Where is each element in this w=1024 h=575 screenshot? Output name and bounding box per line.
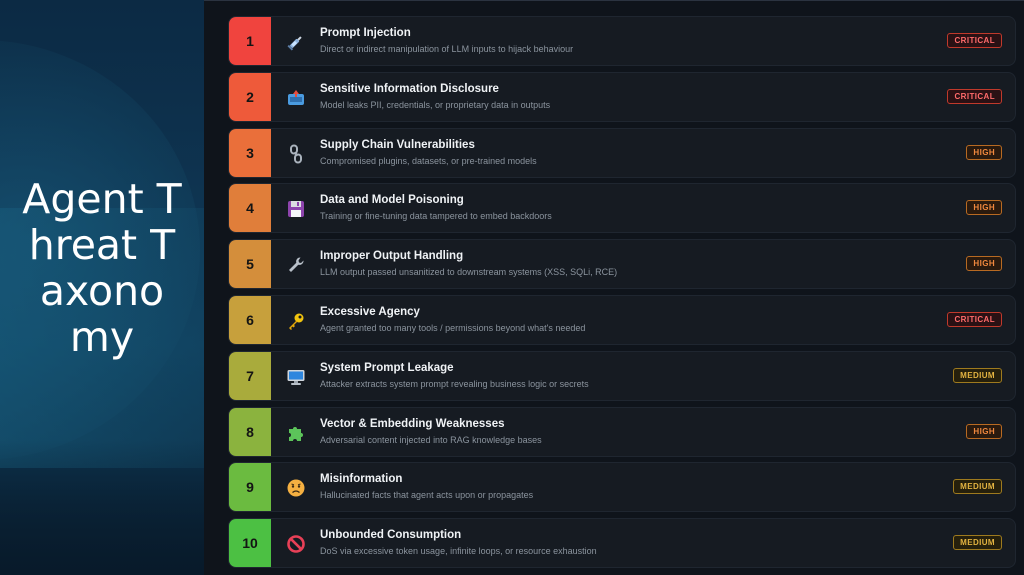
rank-number: 6 bbox=[229, 295, 271, 344]
severity-badge: HIGH bbox=[966, 200, 1002, 216]
divider bbox=[204, 0, 1024, 1]
threat-description: LLM output passed unsanitized to downstr… bbox=[320, 267, 618, 278]
slide-title: Agent Threat Taxonomy bbox=[22, 175, 182, 361]
title-panel: Agent Threat Taxonomy bbox=[0, 0, 204, 575]
threat-description: Hallucinated facts that agent acts upon … bbox=[320, 490, 534, 501]
threat-description: DoS via excessive token usage, infinite … bbox=[320, 546, 597, 557]
threat-row: 6 Excessive Agency Agent granted too man… bbox=[228, 294, 1016, 345]
threat-list: 1 Prompt Injection Direct or indirect ma… bbox=[228, 16, 1016, 574]
rank-number: 10 bbox=[229, 519, 271, 568]
syringe-icon bbox=[285, 31, 307, 53]
severity-badge: CRITICAL bbox=[947, 88, 1002, 104]
key-icon bbox=[285, 310, 307, 332]
threat-row: 3 Supply Chain Vulnerabilities Compromis… bbox=[228, 127, 1016, 178]
puzzle-piece-icon bbox=[285, 422, 307, 444]
floppy-disk-icon bbox=[285, 198, 307, 220]
threat-description: Adversarial content injected into RAG kn… bbox=[320, 434, 542, 445]
threat-title: Excessive Agency bbox=[320, 305, 420, 318]
severity-badge: CRITICAL bbox=[947, 311, 1002, 327]
threat-description: Compromised plugins, datasets, or pre-tr… bbox=[320, 155, 537, 166]
threat-row: 2 Sensitive Information Disclosure Model… bbox=[228, 71, 1016, 122]
severity-badge: HIGH bbox=[966, 256, 1002, 272]
threat-title: Sensitive Information Disclosure bbox=[320, 82, 499, 95]
threat-title: Data and Model Poisoning bbox=[320, 194, 464, 207]
threat-title: Improper Output Handling bbox=[320, 250, 464, 263]
threat-title: System Prompt Leakage bbox=[320, 361, 454, 374]
rank-number: 4 bbox=[229, 184, 271, 233]
threat-title: Supply Chain Vulnerabilities bbox=[320, 138, 475, 151]
rank-number: 9 bbox=[229, 463, 271, 512]
threat-description: Model leaks PII, credentials, or proprie… bbox=[320, 99, 551, 110]
worried-face-icon bbox=[285, 477, 307, 499]
threat-title: Unbounded Consumption bbox=[320, 529, 462, 542]
threat-description: Training or fine-tuning data tampered to… bbox=[320, 211, 552, 222]
threat-row: 9 Misinformation Hallucinated facts that… bbox=[228, 462, 1016, 513]
threat-description: Agent granted too many tools / permissio… bbox=[320, 322, 586, 333]
threat-row: 5 Improper Output Handling LLM output pa… bbox=[228, 239, 1016, 290]
threat-description: Direct or indirect manipulation of LLM i… bbox=[320, 44, 574, 54]
severity-badge: MEDIUM bbox=[953, 367, 1002, 383]
threat-title: Misinformation bbox=[320, 473, 403, 486]
threat-row: 10 Unbounded Consumption DoS via excessi… bbox=[228, 518, 1016, 569]
severity-badge: CRITICAL bbox=[947, 33, 1002, 48]
threat-title: Vector & Embedding Weaknesses bbox=[320, 417, 505, 430]
rank-number: 1 bbox=[229, 17, 271, 65]
severity-badge: MEDIUM bbox=[953, 535, 1002, 551]
threat-description: Attacker extracts system prompt revealin… bbox=[320, 378, 589, 389]
severity-badge: HIGH bbox=[966, 144, 1002, 160]
inbox-icon bbox=[285, 87, 307, 109]
rank-number: 7 bbox=[229, 351, 271, 400]
chain-icon bbox=[285, 143, 307, 165]
threat-title: Prompt Injection bbox=[320, 27, 411, 39]
threat-row: 8 Vector & Embedding Weaknesses Adversar… bbox=[228, 406, 1016, 457]
rank-number: 8 bbox=[229, 407, 271, 456]
rank-number: 5 bbox=[229, 240, 271, 289]
decorative-shade bbox=[0, 440, 204, 575]
severity-badge: MEDIUM bbox=[953, 479, 1002, 495]
threat-row: 1 Prompt Injection Direct or indirect ma… bbox=[228, 16, 1016, 66]
rank-number: 3 bbox=[229, 128, 271, 177]
wrench-icon bbox=[285, 254, 307, 276]
threat-row: 7 System Prompt Leakage Attacker extract… bbox=[228, 350, 1016, 401]
threat-row: 4 Data and Model Poisoning Training or f… bbox=[228, 183, 1016, 234]
severity-badge: HIGH bbox=[966, 423, 1002, 439]
prohibited-icon bbox=[285, 533, 307, 555]
threat-list-panel: 1 Prompt Injection Direct or indirect ma… bbox=[204, 0, 1024, 575]
rank-number: 2 bbox=[229, 72, 271, 121]
computer-icon bbox=[285, 366, 307, 388]
